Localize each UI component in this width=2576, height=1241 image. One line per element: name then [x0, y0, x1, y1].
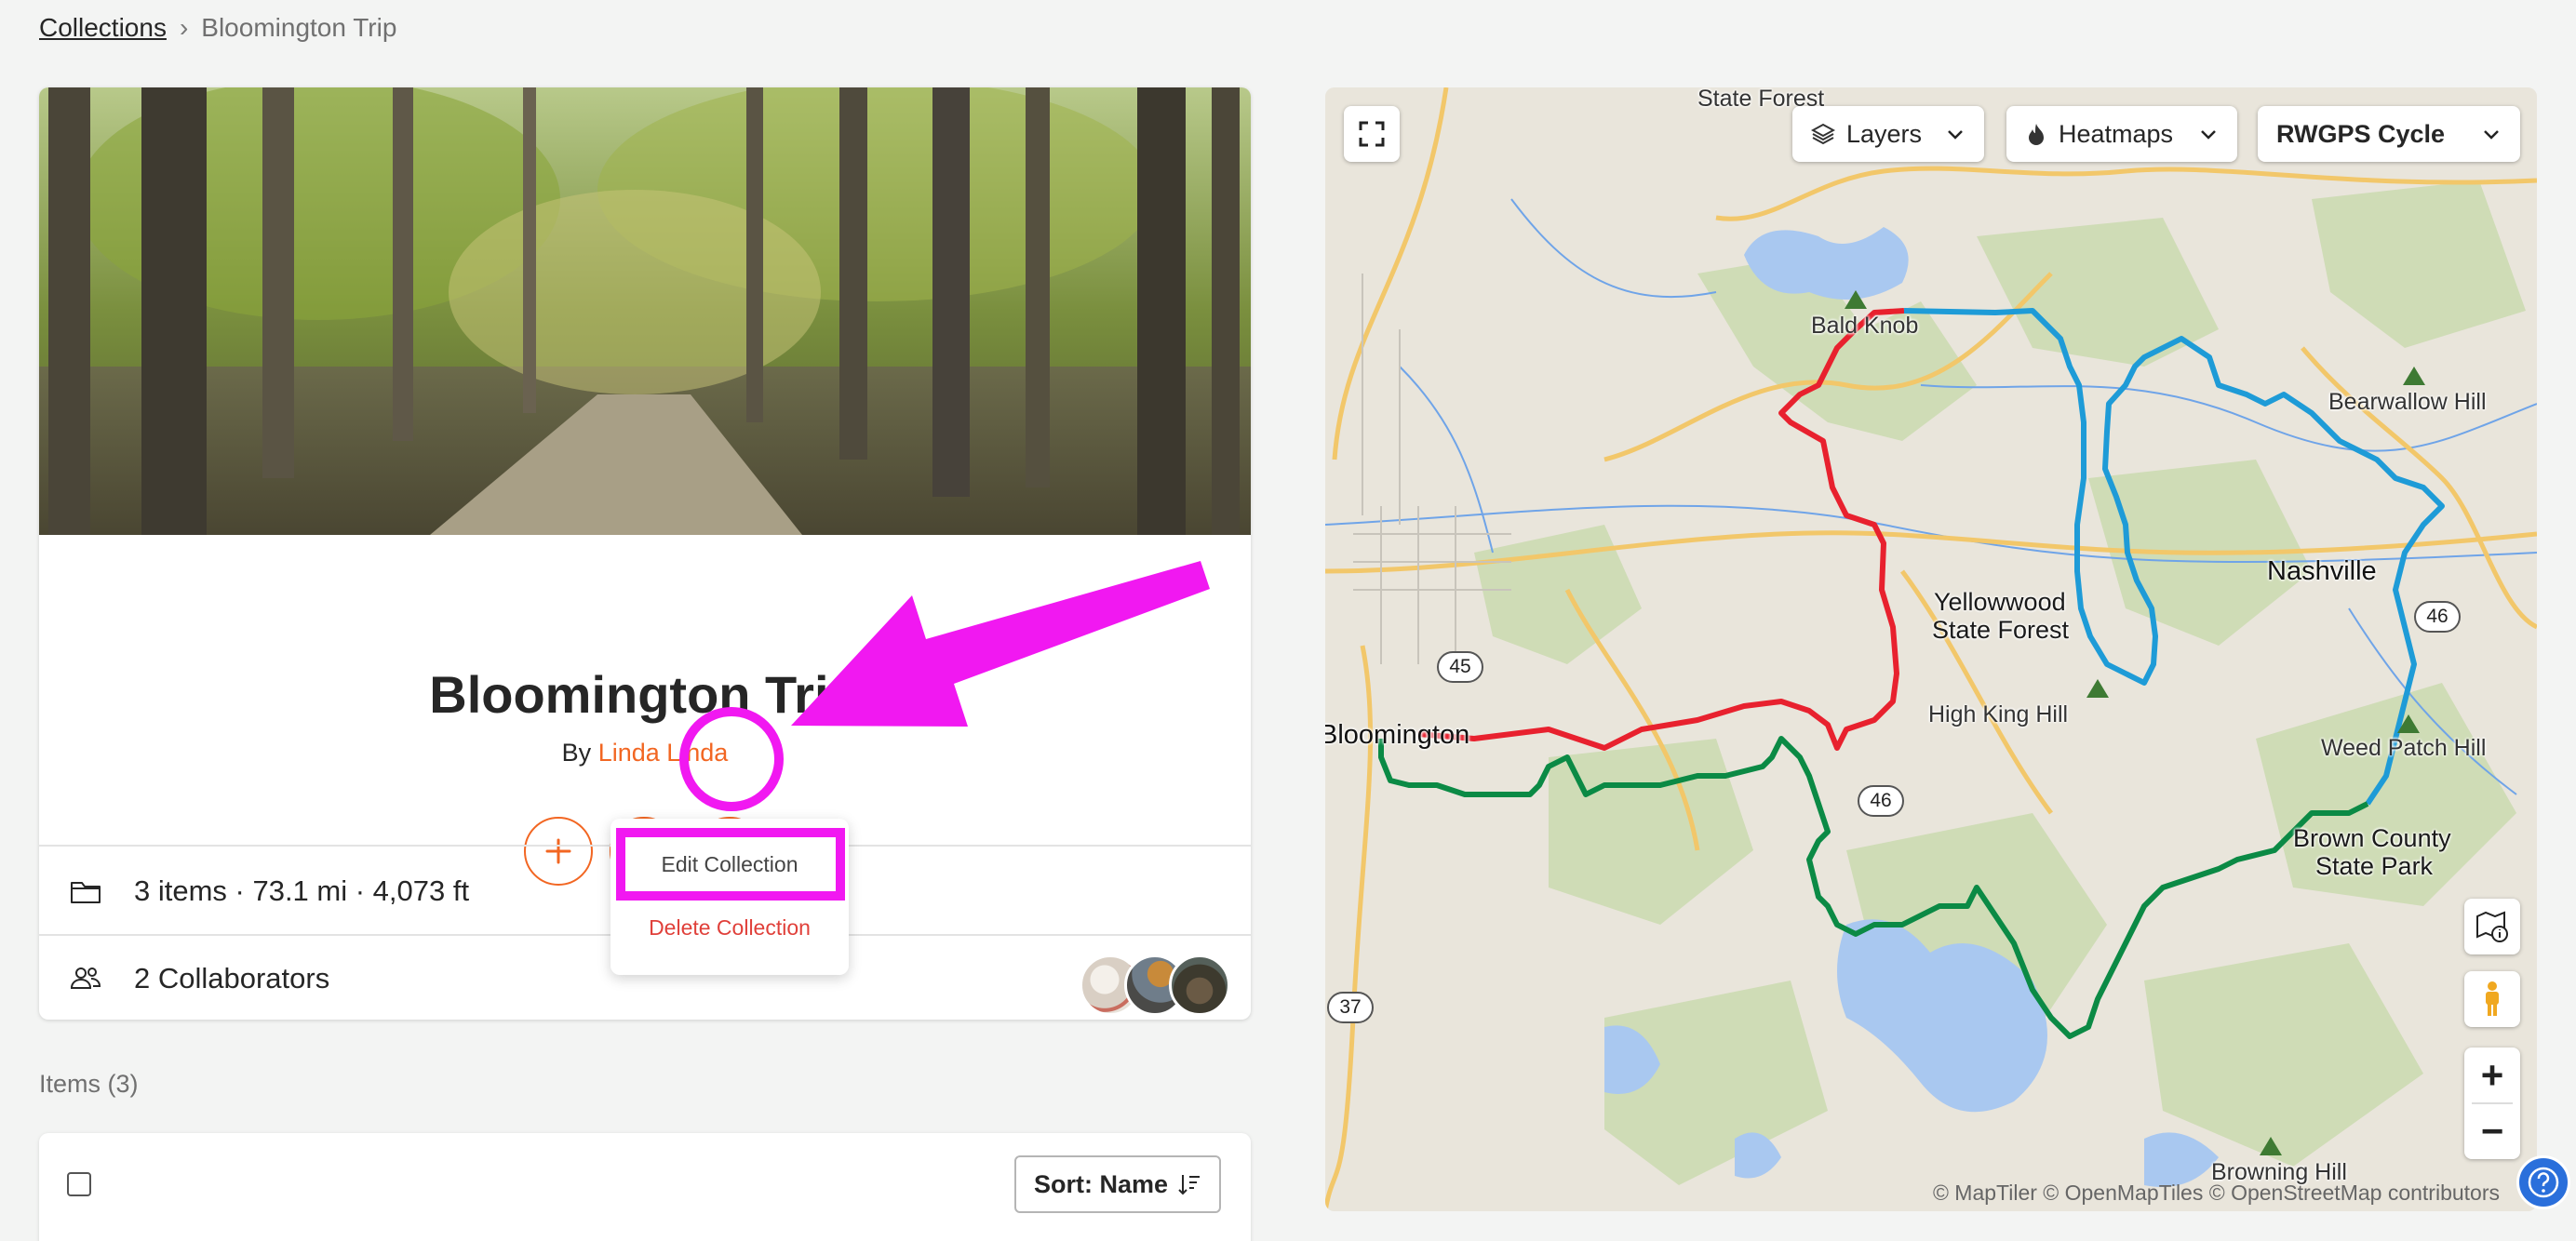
heatmaps-label: Heatmaps	[2059, 119, 2174, 148]
map-legend-button[interactable]	[2464, 899, 2520, 954]
chevron-down-icon	[2201, 130, 2216, 140]
heatmaps-dropdown[interactable]: Heatmaps	[2006, 106, 2237, 162]
items-toolbar: Sort: Name	[39, 1133, 1251, 1241]
items-heading: Items (3)	[39, 1070, 139, 1098]
breadcrumb-current: Bloomington Trip	[201, 13, 397, 42]
chevron-down-icon	[1948, 130, 1963, 140]
zoom-in-button[interactable]: +	[2464, 1048, 2520, 1103]
pegman-icon	[2486, 981, 2499, 1016]
map-label-yellowwood: Yellowwood	[1934, 588, 2066, 616]
collaborators-count: 2 Collaborators	[134, 962, 330, 994]
help-icon	[2528, 1167, 2559, 1198]
map-label-state-park: State Park	[2315, 852, 2434, 880]
select-all-checkbox[interactable]	[67, 1172, 91, 1196]
layers-icon	[1811, 123, 1835, 145]
chevron-down-icon	[2484, 130, 2499, 140]
breadcrumb-collections-link[interactable]: Collections	[39, 13, 167, 43]
people-icon	[70, 967, 101, 989]
route-shield-46: 46	[2414, 601, 2461, 633]
zoom-out-button[interactable]: −	[2464, 1103, 2520, 1159]
map-label-nashville: Nashville	[2267, 556, 2377, 586]
map-label-bald-knob: Bald Knob	[1811, 313, 1919, 339]
help-button[interactable]	[2516, 1155, 2570, 1209]
map-info-icon	[2476, 911, 2508, 942]
byline-prefix: By	[561, 739, 592, 767]
annotation-arrow	[791, 561, 1210, 727]
sort-label: Sort: Name	[1033, 1169, 1169, 1198]
flame-icon	[2029, 124, 2044, 145]
map-attribution[interactable]: © MapTiler © OpenMapTiles © OpenStreetMa…	[1933, 1181, 2500, 1206]
map-label-high-king-hill: High King Hill	[1928, 701, 2069, 727]
map-label-weed-patch-hill: Weed Patch Hill	[2321, 735, 2487, 761]
breadcrumb: Collections › Bloomington Trip	[39, 13, 396, 43]
route-shield-37: 37	[1327, 992, 1374, 1023]
map-label-bloomington: Bloomington	[1325, 720, 1470, 750]
fullscreen-icon	[1359, 121, 1385, 147]
map-style-dropdown[interactable]: RWGPS Cycle	[2258, 106, 2520, 162]
collaborator-avatars[interactable]	[1080, 954, 1230, 1016]
highlight-box	[616, 828, 845, 901]
sort-icon	[1178, 1175, 1201, 1195]
cover-image	[39, 87, 1251, 535]
layers-dropdown[interactable]: Layers	[1792, 106, 1984, 162]
fullscreen-button[interactable]	[1344, 106, 1400, 162]
map-style-label: RWGPS Cycle	[2276, 119, 2446, 148]
route-shield-46: 46	[1858, 785, 1904, 817]
map-canvas	[1325, 87, 2537, 1211]
folder-icon	[71, 882, 101, 903]
zoom-controls: + −	[2464, 1048, 2520, 1159]
avatar	[1169, 954, 1230, 1016]
layers-label: Layers	[1846, 119, 1923, 148]
map-label-yellowwood-forest: State Forest	[1932, 616, 2070, 644]
sort-button[interactable]: Sort: Name	[1014, 1155, 1221, 1213]
street-view-button[interactable]	[2464, 971, 2520, 1027]
breadcrumb-separator: ›	[179, 13, 189, 42]
map-label-bearwallow-hill: Bearwallow Hill	[2328, 389, 2487, 415]
delete-collection-menu-item[interactable]: Delete Collection	[610, 915, 849, 941]
highlight-circle	[679, 707, 784, 811]
route-shield-45: 45	[1437, 651, 1483, 683]
map-label-brown-county: Brown County	[2293, 824, 2451, 852]
collection-stats: 3 items · 73.1 mi · 4,073 ft	[134, 874, 470, 907]
route-map[interactable]: State Forest Bald Knob Bearwallow Hill N…	[1325, 87, 2537, 1211]
